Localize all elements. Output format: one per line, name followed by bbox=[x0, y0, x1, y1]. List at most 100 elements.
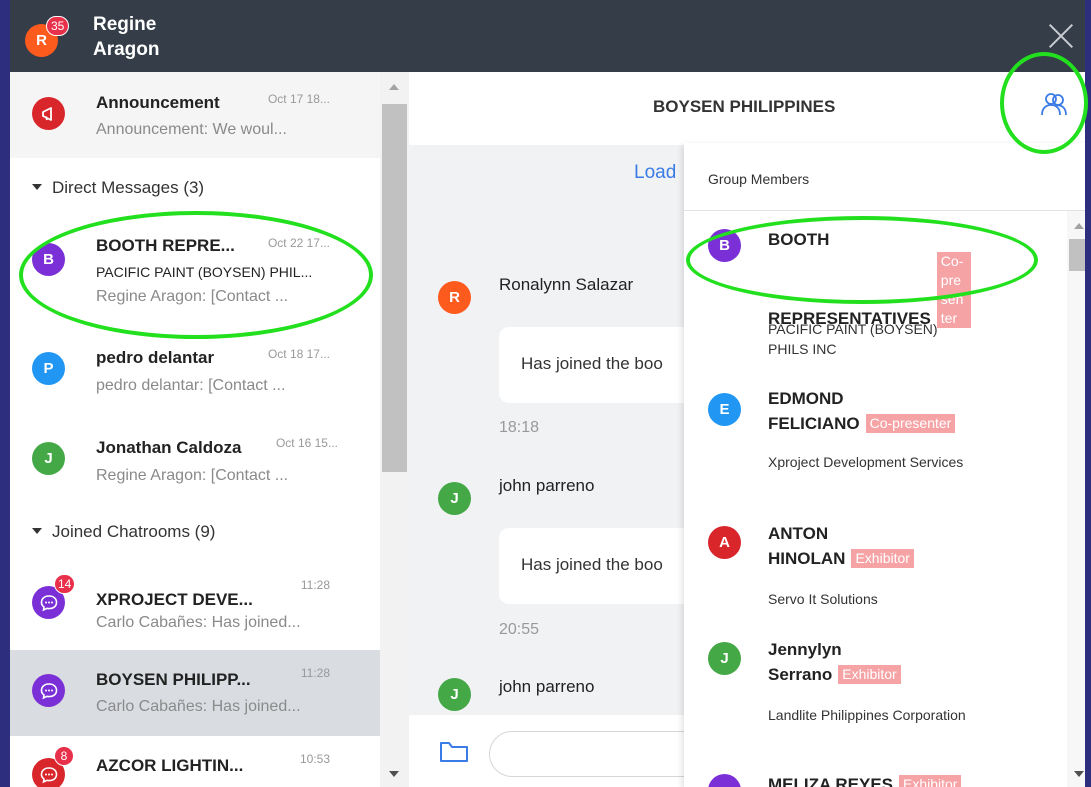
user-last-name: Aragon bbox=[93, 39, 160, 60]
member-organization: PACIFIC PAINT (BOYSEN) PHILS INC bbox=[768, 321, 938, 357]
member-name-line1: MELIZA REYES bbox=[768, 775, 893, 787]
member-name-line2: FELICIANO bbox=[768, 414, 860, 433]
chatroom-title: XPROJECT DEVE... bbox=[96, 590, 253, 609]
chatroom-title: AZCOR LIGHTIN... bbox=[96, 756, 244, 775]
direct-messages-label: Direct Messages (3) bbox=[52, 178, 205, 197]
unread-badge: 14 bbox=[54, 574, 76, 594]
avatar: J bbox=[438, 678, 471, 711]
conversation-title: Jonathan Caldoza bbox=[96, 438, 242, 457]
role-tag: Exhibitor bbox=[851, 549, 914, 568]
member-organization: Xproject Development Services bbox=[768, 454, 964, 470]
group-members-icon[interactable] bbox=[1037, 88, 1073, 124]
message-sender: john parreno bbox=[499, 476, 595, 495]
member-name: BOOTH REPRESENTATIVESCo-presenter bbox=[768, 227, 1018, 331]
conversation-preview: Regine Aragon: [Contact ... bbox=[96, 288, 289, 305]
conversation-dm[interactable]: P pedro delantar Oct 18 17... pedro dela… bbox=[10, 334, 380, 420]
member-organization: Landlite Philippines Corporation bbox=[768, 707, 966, 723]
role-tag: Exhibitor bbox=[838, 665, 901, 684]
member-name: MELIZA REYES Exhibitor bbox=[768, 772, 1018, 787]
folder-icon[interactable] bbox=[439, 740, 469, 769]
message-time: 18:18 bbox=[499, 419, 540, 436]
avatar: R bbox=[438, 281, 471, 314]
conversation-title: Announcement bbox=[96, 93, 220, 112]
chatroom-time: 10:53 bbox=[299, 752, 330, 766]
avatar: J bbox=[32, 442, 65, 475]
direct-messages-header[interactable]: Direct Messages (3) bbox=[32, 178, 204, 198]
conversation-time: Oct 16 15... bbox=[275, 436, 338, 450]
caret-down-icon bbox=[32, 527, 42, 534]
chatroom-time: 11:28 bbox=[300, 666, 330, 680]
avatar: P bbox=[32, 352, 65, 385]
user-name: Regine Aragon bbox=[93, 12, 213, 62]
unread-badge: 8 bbox=[54, 746, 74, 766]
conversation-announcement[interactable]: Announcement Oct 17 18... Announcement: … bbox=[10, 72, 380, 158]
avatar: B bbox=[32, 243, 65, 276]
chat-header: BOYSEN PHILIPPINES bbox=[409, 72, 1091, 145]
conversation-preview: pedro delantar: [Contact ... bbox=[96, 377, 286, 394]
notification-badge: 35 bbox=[46, 16, 70, 36]
avatar: E bbox=[708, 393, 741, 426]
caret-down-icon bbox=[32, 183, 42, 190]
conversation-time: Oct 17 18... bbox=[267, 92, 330, 106]
role-tag: Co-presenter bbox=[865, 414, 956, 433]
conversation-time: Oct 18 17... bbox=[267, 347, 330, 361]
role-tag: Co-presenter bbox=[936, 252, 971, 328]
message-text: Has joined the boo bbox=[521, 555, 663, 574]
conversation-list: Announcement Oct 17 18... Announcement: … bbox=[10, 72, 409, 787]
close-icon[interactable] bbox=[1047, 22, 1075, 50]
load-more-link[interactable]: Load bbox=[634, 162, 676, 184]
conversation-title: BOOTH REPRE... bbox=[96, 236, 235, 255]
group-members-title: Group Members bbox=[708, 171, 810, 187]
scroll-thumb[interactable] bbox=[382, 104, 407, 472]
group-members-panel: Group Members B BOOTH REPRESENTATIVESCo-… bbox=[684, 143, 1091, 787]
message-time: 20:55 bbox=[499, 621, 540, 638]
message-sender: john parreno bbox=[499, 677, 595, 696]
message-sender: Ronalynn Salazar bbox=[499, 275, 634, 294]
conversation-title: pedro delantar bbox=[96, 348, 215, 367]
member-organization: Servo It Solutions bbox=[768, 591, 878, 607]
conversation-dm[interactable]: J Jonathan Caldoza Oct 16 15... Regine A… bbox=[10, 424, 380, 510]
avatar bbox=[708, 774, 741, 787]
megaphone-icon bbox=[32, 97, 65, 130]
conversation-time: Oct 22 17... bbox=[267, 236, 330, 250]
scroll-down-icon[interactable] bbox=[1074, 771, 1084, 777]
chatroom-preview: Carlo Cabañes: Has joined... bbox=[96, 698, 301, 715]
member-name-line2: Serrano bbox=[768, 665, 833, 684]
member-name-line1: EDMOND bbox=[768, 389, 844, 408]
member-name-line1: ANTON bbox=[768, 524, 829, 543]
scroll-up-icon[interactable] bbox=[1074, 223, 1084, 229]
conversation-preview: Regine Aragon: [Contact ... bbox=[96, 467, 289, 484]
member-name-line2: HINOLAN bbox=[768, 549, 846, 568]
member-name: ANTON HINOLAN Exhibitor bbox=[768, 521, 1018, 571]
chat-bubble-icon bbox=[32, 674, 65, 707]
background-right bbox=[1085, 0, 1091, 787]
avatar: B bbox=[708, 229, 741, 262]
background-left bbox=[0, 0, 10, 787]
avatar: J bbox=[438, 482, 471, 515]
chatroom-time: 11:28 bbox=[300, 578, 330, 592]
chatroom-item[interactable]: 14 XPROJECT DEVE... 11:28 Carlo Cabañes:… bbox=[10, 562, 380, 648]
chatrooms-header[interactable]: Joined Chatrooms (9) bbox=[32, 522, 215, 542]
conversation-dm[interactable]: B BOOTH REPRE... Oct 22 17... PACIFIC PA… bbox=[10, 218, 380, 305]
chatroom-item[interactable]: 8 AZCOR LIGHTIN... 10:53 bbox=[10, 736, 380, 787]
role-tag: Exhibitor bbox=[899, 775, 962, 787]
member-name-line1: BOOTH bbox=[768, 230, 830, 249]
sidebar-scrollbar[interactable] bbox=[380, 72, 409, 787]
chat-title: BOYSEN PHILIPPINES bbox=[653, 97, 836, 116]
member-name-line1: Jennylyn bbox=[768, 640, 842, 659]
chatroom-preview: Carlo Cabañes: Has joined... bbox=[96, 614, 301, 631]
member-name: Jennylyn Serrano Exhibitor bbox=[768, 637, 1018, 687]
avatar: A bbox=[708, 526, 741, 559]
divider bbox=[684, 210, 1091, 211]
conversation-preview: Announcement: We woul... bbox=[96, 121, 287, 138]
scroll-up-icon[interactable] bbox=[389, 84, 399, 90]
message-text: Has joined the boo bbox=[521, 354, 663, 373]
scroll-down-icon[interactable] bbox=[389, 771, 399, 777]
conversation-subtitle: PACIFIC PAINT (BOYSEN) PHIL... bbox=[96, 264, 313, 280]
app-header: R 35 Regine Aragon bbox=[10, 0, 1091, 72]
member-name: EDMOND FELICIANO Co-presenter bbox=[768, 386, 1018, 436]
chatrooms-label: Joined Chatrooms (9) bbox=[52, 522, 216, 541]
user-first-name: Regine bbox=[93, 14, 157, 35]
chatroom-title: BOYSEN PHILIPP... bbox=[96, 670, 251, 689]
chatroom-item-active[interactable]: BOYSEN PHILIPP... 11:28 Carlo Cabañes: H… bbox=[10, 650, 380, 736]
